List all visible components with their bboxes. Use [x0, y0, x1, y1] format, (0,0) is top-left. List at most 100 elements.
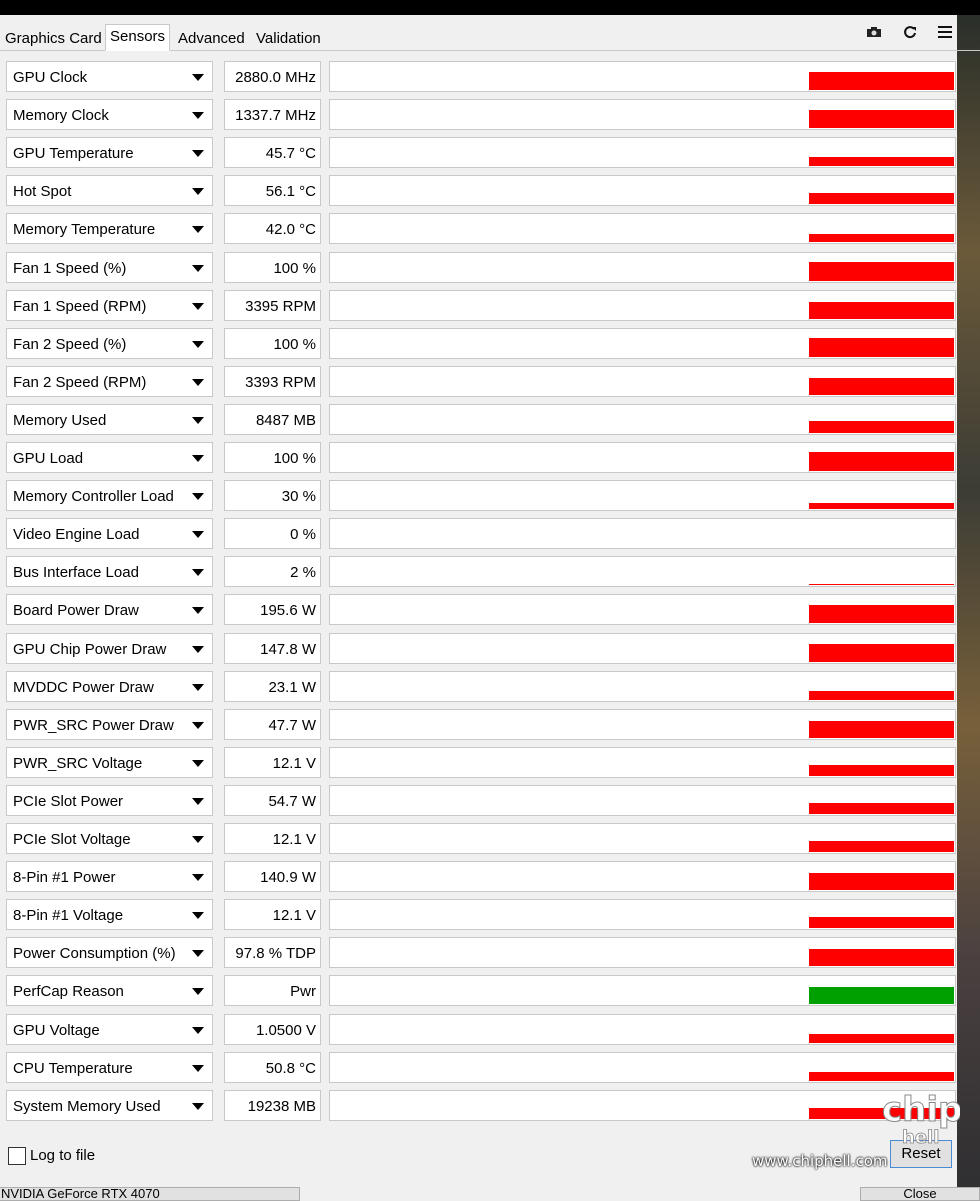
sensor-graph-bar — [809, 644, 954, 662]
tab-advanced[interactable]: Advanced — [173, 26, 250, 51]
sensor-value: Pwr — [290, 983, 316, 1000]
sensor-name: Fan 2 Speed (%) — [13, 336, 127, 353]
chevron-down-icon[interactable] — [192, 379, 204, 386]
sensor-value: 3393 RPM — [245, 374, 316, 391]
sensor-name: GPU Load — [13, 450, 84, 467]
chevron-down-icon[interactable] — [192, 150, 204, 157]
sensor-name: Fan 1 Speed (RPM) — [13, 298, 147, 315]
sensor-name-dropdown[interactable]: Fan 2 Speed (%) — [6, 328, 213, 359]
sensor-value: 45.7 °C — [265, 145, 316, 162]
sensor-graph-bar — [809, 234, 954, 242]
sensor-name-dropdown[interactable]: PWR_SRC Power Draw — [6, 709, 213, 740]
log-to-file-label[interactable]: Log to file — [30, 1147, 95, 1165]
sensor-name-dropdown[interactable]: 8-Pin #1 Power — [6, 861, 213, 892]
sensor-name-dropdown[interactable]: Fan 1 Speed (%) — [6, 252, 213, 283]
chevron-down-icon[interactable] — [192, 226, 204, 233]
chevron-down-icon[interactable] — [192, 1065, 204, 1072]
tab-validation[interactable]: Validation — [251, 26, 326, 51]
menu-icon[interactable] — [935, 25, 955, 43]
sensor-name-dropdown[interactable]: Fan 2 Speed (RPM) — [6, 366, 213, 397]
sensor-name: Memory Clock — [13, 107, 109, 124]
sensor-name-dropdown[interactable]: Memory Used — [6, 404, 213, 435]
chevron-down-icon[interactable] — [192, 760, 204, 767]
sensor-graph — [329, 899, 956, 930]
sensor-name-dropdown[interactable]: Hot Spot — [6, 175, 213, 206]
chevron-down-icon[interactable] — [192, 646, 204, 653]
chevron-down-icon[interactable] — [192, 912, 204, 919]
chevron-down-icon[interactable] — [192, 341, 204, 348]
sensor-name-dropdown[interactable]: GPU Chip Power Draw — [6, 633, 213, 664]
sensor-value-box: 50.8 °C — [224, 1052, 321, 1083]
chevron-down-icon[interactable] — [192, 1103, 204, 1110]
sensor-value-box: 195.6 W — [224, 594, 321, 625]
gpu-select[interactable]: NVIDIA GeForce RTX 4070 — [0, 1187, 300, 1201]
sensor-name-dropdown[interactable]: GPU Voltage — [6, 1014, 213, 1045]
sensor-name-dropdown[interactable]: PWR_SRC Voltage — [6, 747, 213, 778]
chevron-down-icon[interactable] — [192, 455, 204, 462]
svg-text:chip: chip — [882, 1090, 960, 1130]
sensor-row: GPU Temperature 45.7 °C — [0, 137, 980, 170]
sensor-name-dropdown[interactable]: Bus Interface Load — [6, 556, 213, 587]
sensor-value: 0 % — [290, 526, 316, 543]
chevron-down-icon[interactable] — [192, 303, 204, 310]
chevron-down-icon[interactable] — [192, 112, 204, 119]
sensor-name-dropdown[interactable]: Memory Temperature — [6, 213, 213, 244]
sensor-value-box: 30 % — [224, 480, 321, 511]
sensor-name-dropdown[interactable]: Board Power Draw — [6, 594, 213, 625]
chevron-down-icon[interactable] — [192, 531, 204, 538]
sensor-name-dropdown[interactable]: PerfCap Reason — [6, 975, 213, 1006]
sensor-row: Video Engine Load 0 % — [0, 518, 980, 551]
sensor-name-dropdown[interactable]: GPU Load — [6, 442, 213, 473]
chevron-down-icon[interactable] — [192, 684, 204, 691]
sensor-name-dropdown[interactable]: System Memory Used — [6, 1090, 213, 1121]
refresh-icon[interactable] — [900, 25, 920, 43]
sensor-graph-bar — [809, 193, 954, 204]
chevron-down-icon[interactable] — [192, 74, 204, 81]
chevron-down-icon[interactable] — [192, 569, 204, 576]
sensor-name-dropdown[interactable]: Fan 1 Speed (RPM) — [6, 290, 213, 321]
sensor-value-box: 8487 MB — [224, 404, 321, 435]
log-to-file-checkbox[interactable] — [8, 1147, 26, 1165]
tab-graphics-card[interactable]: Graphics Card — [0, 26, 107, 51]
sensor-name-dropdown[interactable]: GPU Temperature — [6, 137, 213, 168]
sensor-graph-bar — [809, 110, 954, 128]
sensor-name-dropdown[interactable]: MVDDC Power Draw — [6, 671, 213, 702]
sensor-graph — [329, 1014, 956, 1045]
chevron-down-icon[interactable] — [192, 493, 204, 500]
sensor-value-box: 47.7 W — [224, 709, 321, 740]
chevron-down-icon[interactable] — [192, 722, 204, 729]
sensor-name: Memory Controller Load — [13, 488, 174, 505]
camera-icon[interactable] — [864, 25, 884, 43]
sensor-name: PCIe Slot Voltage — [13, 831, 131, 848]
sensor-name: Power Consumption (%) — [13, 945, 176, 962]
sensor-name-dropdown[interactable]: GPU Clock — [6, 61, 213, 92]
sensor-name-dropdown[interactable]: PCIe Slot Power — [6, 785, 213, 816]
chevron-down-icon[interactable] — [192, 607, 204, 614]
close-button[interactable]: Close — [860, 1187, 980, 1201]
sensor-name-dropdown[interactable]: Memory Clock — [6, 99, 213, 130]
chevron-down-icon[interactable] — [192, 417, 204, 424]
sensor-graph — [329, 975, 956, 1006]
chevron-down-icon[interactable] — [192, 988, 204, 995]
sensor-row: CPU Temperature 50.8 °C — [0, 1052, 980, 1085]
sensor-name-dropdown[interactable]: CPU Temperature — [6, 1052, 213, 1083]
sensor-name-dropdown[interactable]: 8-Pin #1 Voltage — [6, 899, 213, 930]
chevron-down-icon[interactable] — [192, 188, 204, 195]
sensor-name: PCIe Slot Power — [13, 793, 124, 810]
chevron-down-icon[interactable] — [192, 1027, 204, 1034]
sensor-graph — [329, 99, 956, 130]
tab-sensors[interactable]: Sensors — [105, 24, 171, 51]
chevron-down-icon[interactable] — [192, 836, 204, 843]
chevron-down-icon[interactable] — [192, 798, 204, 805]
sensor-name-dropdown[interactable]: Power Consumption (%) — [6, 937, 213, 968]
sensor-name-dropdown[interactable]: Memory Controller Load — [6, 480, 213, 511]
sensor-graph-bar — [809, 262, 954, 281]
sensor-name-dropdown[interactable]: Video Engine Load — [6, 518, 213, 549]
sensor-name-dropdown[interactable]: PCIe Slot Voltage — [6, 823, 213, 854]
sensor-graph-bar — [809, 691, 954, 700]
chevron-down-icon[interactable] — [192, 874, 204, 881]
chevron-down-icon[interactable] — [192, 265, 204, 272]
sensor-row: Board Power Draw 195.6 W — [0, 594, 980, 627]
sensor-value: 12.1 V — [272, 831, 316, 848]
chevron-down-icon[interactable] — [192, 950, 204, 957]
